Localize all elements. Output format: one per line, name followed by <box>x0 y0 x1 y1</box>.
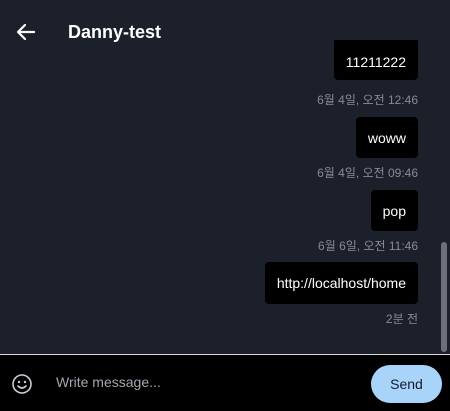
message-text: http://localhost/home <box>276 275 406 291</box>
send-button[interactable]: Send <box>371 365 442 403</box>
message-timestamp: 2분 전 <box>385 312 418 326</box>
arrow-left-icon <box>16 23 36 41</box>
message-bubble: woww <box>355 117 418 158</box>
smiley-icon <box>12 374 32 394</box>
emoji-button[interactable] <box>11 373 33 395</box>
message-bubble: http://localhost/home <box>264 262 418 304</box>
message-text: woww <box>367 129 406 146</box>
message-text: 11211222 <box>345 54 406 70</box>
message-bubble: 11211222 <box>333 40 418 80</box>
message-input[interactable] <box>48 365 348 399</box>
message-composer: Send <box>0 354 450 411</box>
message-timestamp: 6월 4일, 오전 09:46 <box>317 166 418 180</box>
message-timestamp: 6월 6일, 오전 11:46 <box>318 239 418 253</box>
message-list[interactable]: 11211222 6월 4일, 오전 12:46 woww 6월 4일, 오전 … <box>0 40 450 354</box>
scrollbar-thumb[interactable] <box>441 242 447 352</box>
message-bubble: pop <box>370 190 418 231</box>
message-text: pop <box>382 202 406 219</box>
message-timestamp: 6월 4일, 오전 12:46 <box>317 93 418 107</box>
